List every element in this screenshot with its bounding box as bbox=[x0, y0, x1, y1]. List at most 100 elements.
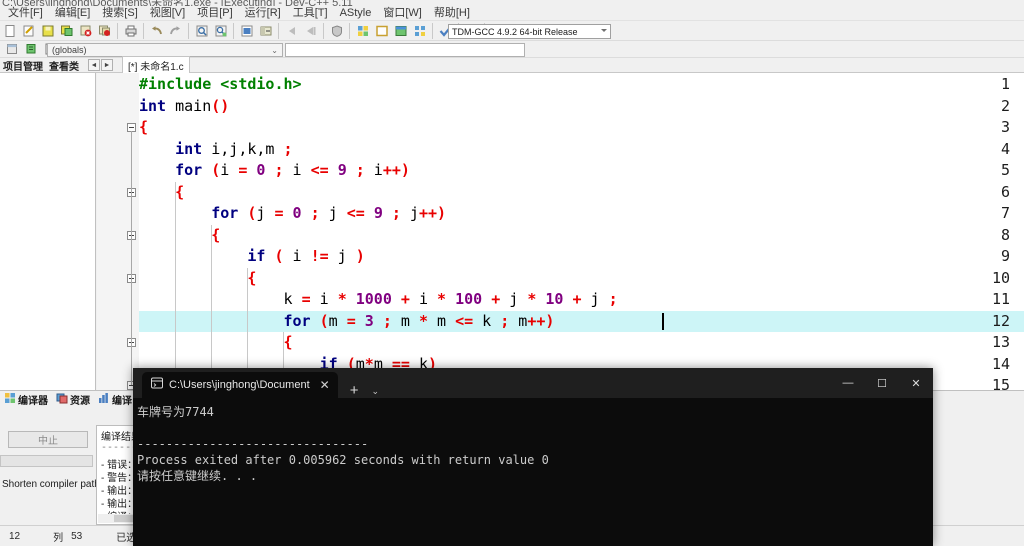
status-line-number: 12 bbox=[9, 530, 21, 542]
menu-file[interactable]: 文件[F] bbox=[2, 6, 49, 20]
compile-progress-bar bbox=[0, 455, 93, 467]
find-icon[interactable] bbox=[192, 22, 211, 40]
close-all-icon[interactable] bbox=[95, 22, 114, 40]
code-line: { bbox=[283, 333, 293, 351]
find-next-icon[interactable] bbox=[211, 22, 230, 40]
project-view-icon[interactable] bbox=[2, 40, 21, 58]
code-line: { bbox=[247, 268, 257, 287]
console-line: 请按任意键继续. . . bbox=[137, 469, 258, 483]
menu-edit[interactable]: 编辑[E] bbox=[49, 6, 96, 20]
menu-search[interactable]: 搜索[S] bbox=[96, 6, 143, 20]
close-icon[interactable]: ✕ bbox=[899, 368, 933, 398]
console-tab[interactable]: C:\Users\jinghong\Document ✕ bbox=[142, 372, 338, 398]
tab-nav-prev[interactable]: ◄ bbox=[88, 59, 100, 71]
dock-tab-compiler-label: 编译器 bbox=[18, 395, 48, 407]
maximize-icon[interactable]: ☐ bbox=[865, 368, 899, 398]
line-number: 13 bbox=[991, 333, 1010, 351]
line-number: 15 bbox=[991, 376, 1010, 390]
save-icon[interactable] bbox=[38, 22, 57, 40]
tab-nav-next[interactable]: ► bbox=[101, 59, 113, 71]
console-window[interactable]: C:\Users\jinghong\Document ✕ + ⌄ — ☐ ✕ 车… bbox=[133, 368, 933, 546]
run-icon[interactable] bbox=[372, 22, 391, 40]
line-number: 3 bbox=[1000, 118, 1010, 136]
class-browser-icon[interactable] bbox=[21, 40, 40, 58]
dock-tab-resources[interactable]: 资源 bbox=[52, 392, 94, 407]
menu-astyle[interactable]: AStyle bbox=[334, 6, 378, 20]
status-column-label: 列 bbox=[53, 532, 64, 544]
dock-tab-resources-label: 资源 bbox=[70, 395, 90, 407]
line-number: 1 bbox=[1000, 75, 1010, 93]
tab-class-browser[interactable]: 查看类 bbox=[46, 58, 82, 73]
dock-tab-compiler[interactable]: 编译器 bbox=[0, 392, 52, 407]
tab-project-manager[interactable]: 项目管理 bbox=[0, 58, 46, 73]
compiler-select[interactable]: TDM-GCC 4.9.2 64-bit Release bbox=[448, 24, 611, 39]
console-tab-close-icon[interactable]: ✕ bbox=[320, 379, 330, 391]
chevron-down-icon: ⌄ bbox=[271, 46, 278, 55]
replace-icon[interactable] bbox=[237, 22, 256, 40]
line-number: 8 bbox=[1000, 225, 1010, 244]
minimize-icon[interactable]: — bbox=[831, 368, 865, 398]
new-file-icon[interactable] bbox=[0, 22, 19, 40]
menu-tools[interactable]: 工具[T] bbox=[287, 6, 334, 20]
toolbar-separator bbox=[233, 22, 234, 39]
menu-project[interactable]: 项目[P] bbox=[191, 6, 238, 20]
line-number: 6 bbox=[1000, 182, 1010, 201]
step-over-icon[interactable] bbox=[301, 22, 320, 40]
code-line: { bbox=[175, 182, 185, 201]
compile-log-icon bbox=[98, 392, 110, 407]
new-tab-icon[interactable]: + bbox=[350, 383, 359, 398]
abort-button[interactable]: 中止 bbox=[8, 431, 88, 448]
toolbar-separator bbox=[323, 22, 324, 39]
line-number: 2 bbox=[1000, 96, 1010, 115]
console-window-controls: — ☐ ✕ bbox=[831, 368, 933, 398]
tab-dropdown-icon[interactable]: ⌄ bbox=[371, 384, 379, 398]
code-line: k = i * 1000 + i * 100 + j * 10 + j ; bbox=[283, 290, 618, 308]
symbol-select[interactable] bbox=[285, 43, 525, 57]
console-titlebar: C:\Users\jinghong\Document ✕ + ⌄ — ☐ ✕ bbox=[133, 368, 933, 398]
line-number: 10 bbox=[991, 268, 1010, 287]
step-back-icon[interactable] bbox=[282, 22, 301, 40]
code-line: { bbox=[211, 225, 221, 244]
code-line: for (i = 0 ; i <= 9 ; i++) bbox=[175, 161, 410, 179]
print-icon[interactable] bbox=[121, 22, 140, 40]
status-column-value: 53 bbox=[71, 530, 83, 542]
dev-cpp-window: C:\Users\jinghong\Documents\未命名1.exe - [… bbox=[0, 0, 1024, 546]
console-output[interactable]: 车牌号为7744 -------------------------------… bbox=[133, 398, 933, 546]
line-number: 7 bbox=[1000, 204, 1010, 222]
project-manager-panel[interactable] bbox=[0, 73, 96, 390]
compiler-select-value: TDM-GCC 4.9.2 64-bit Release bbox=[452, 26, 578, 37]
scope-select-value: (globals) bbox=[52, 45, 87, 55]
code-line: int main() bbox=[139, 96, 230, 115]
editor-file-tab[interactable]: [*] 未命名1.c bbox=[122, 56, 190, 74]
line-number: 5 bbox=[1000, 161, 1010, 179]
redo-icon[interactable] bbox=[166, 22, 185, 40]
main-toolbar: TDM-GCC 4.9.2 64-bit Release bbox=[0, 21, 1024, 41]
compile-icon[interactable] bbox=[353, 22, 372, 40]
rebuild-icon[interactable] bbox=[410, 22, 429, 40]
toolbar-separator bbox=[117, 22, 118, 39]
open-file-icon[interactable] bbox=[19, 22, 38, 40]
shield-icon[interactable] bbox=[327, 22, 346, 40]
close-icon[interactable] bbox=[76, 22, 95, 40]
code-line: for (m = 3 ; m * m <= k ; m++) bbox=[283, 311, 555, 330]
menu-run[interactable]: 运行[R] bbox=[239, 6, 287, 20]
panel-tabstrip: 项目管理 查看类 ◄ ► [*] 未命名1.c bbox=[0, 56, 1024, 74]
line-number: 14 bbox=[991, 354, 1010, 373]
menu-window[interactable]: 窗口[W] bbox=[377, 6, 428, 20]
code-line: { bbox=[139, 118, 149, 136]
compiler-icon bbox=[4, 392, 16, 407]
resources-icon bbox=[56, 392, 68, 407]
compile-run-icon[interactable] bbox=[391, 22, 410, 40]
scope-select[interactable]: (globals) ⌄ bbox=[47, 43, 283, 57]
line-number: 11 bbox=[991, 290, 1010, 308]
code-editor[interactable]: 1 2 3 4 5 6 7 8 9 10 11 12 13 14 15 #include <stdio.h>… bbox=[97, 73, 1024, 390]
shorten-compiler-paths-label: Shorten compiler paths bbox=[2, 479, 105, 490]
save-all-icon[interactable] bbox=[57, 22, 76, 40]
toolbar-separator bbox=[278, 22, 279, 39]
menu-help[interactable]: 帮助[H] bbox=[428, 6, 476, 20]
undo-icon[interactable] bbox=[147, 22, 166, 40]
goto-line-icon[interactable] bbox=[256, 22, 275, 40]
menu-view[interactable]: 视图[V] bbox=[144, 6, 191, 20]
code-line: int i,j,k,m ; bbox=[175, 139, 293, 158]
console-tab-title: C:\Users\jinghong\Document bbox=[169, 379, 310, 391]
